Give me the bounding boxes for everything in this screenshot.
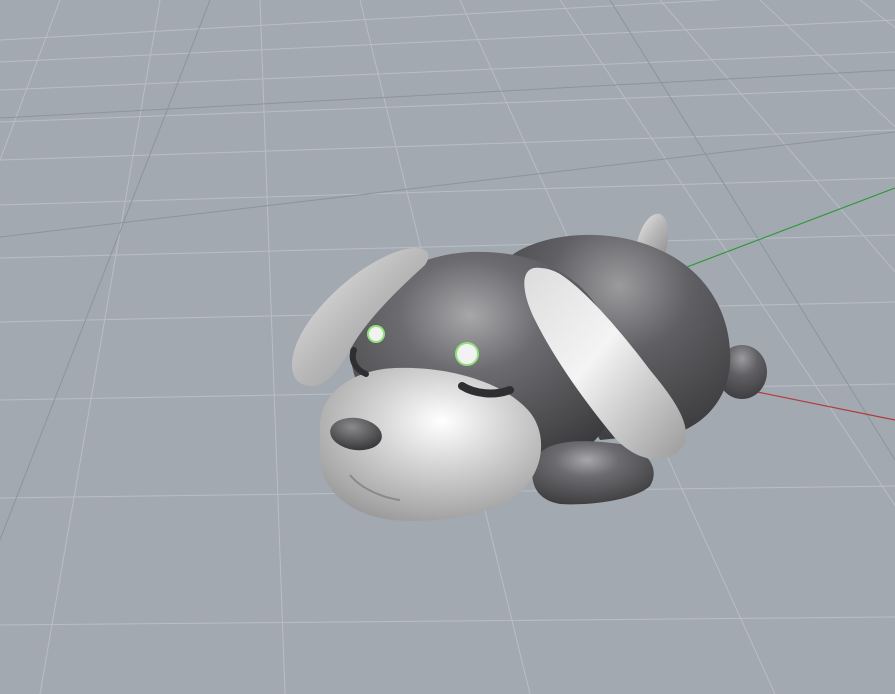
3d-viewport[interactable] [0,0,895,694]
perspective-scene[interactable] [0,0,895,694]
dog-model[interactable] [291,213,767,521]
eye-right[interactable] [455,342,479,366]
eye-left[interactable] [367,325,385,343]
